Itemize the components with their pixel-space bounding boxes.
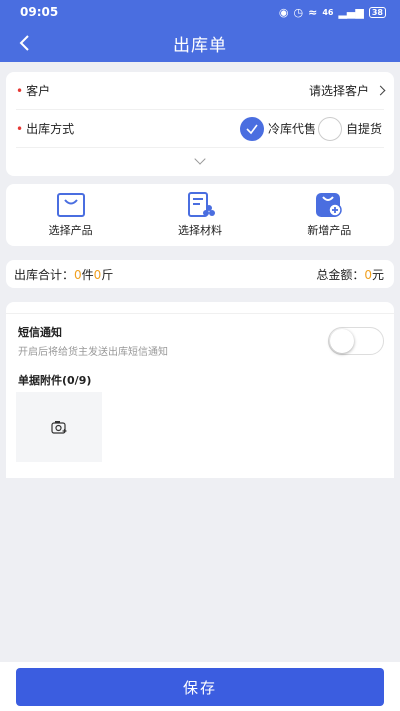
add-attachment-button[interactable] — [16, 392, 102, 462]
nav-bar: 出库单 — [0, 24, 400, 62]
order-form-card: • 客户 请选择客户 • 出库方式 冷库代售 自提货 — [6, 72, 394, 176]
shopping-bag-icon — [56, 193, 85, 217]
required-mark: • — [16, 121, 24, 136]
add-product-button[interactable]: 新增产品 — [265, 184, 394, 246]
customer-placeholder[interactable]: 请选择客户 — [309, 82, 369, 99]
amount-unit: 元 — [371, 267, 384, 282]
customer-label: 客户 — [26, 84, 51, 98]
sms-notification-row: 短信通知 开启后将给货主发送出库短信通知 — [6, 314, 394, 358]
amount-label: 总金额： — [316, 267, 365, 282]
select-product-label: 选择产品 — [48, 224, 93, 237]
camera-add-icon — [51, 421, 67, 434]
required-mark: • — [16, 83, 24, 98]
weight-unit: 斤 — [101, 267, 114, 282]
alarm-icon: ◷ — [293, 5, 304, 19]
sms-description: 开启后将给货主发送出库短信通知 — [18, 347, 168, 358]
battery-icon: 38 — [368, 6, 386, 18]
toggle-knob — [330, 329, 354, 353]
chevron-down-icon — [194, 153, 206, 165]
sms-text: 短信通知 开启后将给货主发送出库短信通知 — [18, 324, 168, 358]
attachments-title: 单据附件(0/9) — [18, 374, 92, 387]
piece-unit: 件 — [81, 267, 94, 282]
status-time: 09:05 — [20, 5, 59, 19]
status-bar: 09:05 ◉ ◷ ≈ 46 ▂▄▆ 38 — [0, 0, 400, 24]
total-quantity: 出库合计：0件0斤 — [14, 266, 113, 283]
sms-toggle[interactable] — [328, 327, 384, 355]
total-amount: 总金额：0元 — [316, 266, 384, 283]
back-arrow-icon[interactable] — [14, 32, 36, 54]
material-list-icon — [187, 192, 215, 217]
app-header: 09:05 ◉ ◷ ≈ 46 ▂▄▆ 38 出库单 — [0, 0, 400, 62]
radio-label-cold-storage[interactable]: 冷库代售 — [268, 120, 316, 137]
radio-cold-storage-consignment[interactable] — [239, 116, 264, 141]
total-label: 出库合计： — [14, 267, 75, 282]
footer-bar: 保存 — [0, 662, 400, 711]
check-icon — [246, 124, 258, 134]
select-material-button[interactable]: 选择材料 — [135, 184, 264, 246]
signal-icon: ▂▄▆ — [338, 5, 364, 19]
outbound-method-row: • 出库方式 冷库代售 自提货 — [16, 110, 384, 148]
expand-toggle[interactable] — [6, 148, 394, 174]
quick-actions-card: 选择产品 选择材料 新增产品 — [6, 184, 394, 246]
page-title: 出库单 — [173, 35, 227, 56]
select-product-button[interactable]: 选择产品 — [6, 184, 135, 246]
radio-label-self-pickup[interactable]: 自提货 — [346, 120, 382, 137]
wifi-icon: ≈ — [308, 5, 318, 19]
network-label: 46 — [322, 7, 334, 17]
eye-icon: ◉ — [278, 5, 289, 19]
chevron-right-icon — [375, 85, 386, 96]
piece-count: 0 — [74, 267, 82, 282]
customer-row[interactable]: • 客户 请选择客户 — [16, 72, 386, 110]
sms-title: 短信通知 — [18, 326, 62, 339]
radio-self-pickup[interactable] — [317, 116, 342, 141]
status-icons: ◉ ◷ ≈ 46 ▂▄▆ 38 — [279, 6, 386, 19]
extras-card: 短信通知 开启后将给货主发送出库短信通知 单据附件(0/9) — [6, 302, 394, 478]
select-material-label: 选择材料 — [177, 224, 222, 237]
add-product-icon — [316, 193, 343, 217]
save-button[interactable]: 保存 — [16, 668, 384, 706]
totals-card: 出库合计：0件0斤 总金额：0元 — [6, 260, 394, 288]
add-product-label: 新增产品 — [307, 224, 352, 237]
amount-value: 0 — [364, 267, 372, 282]
outbound-method-label: 出库方式 — [26, 122, 75, 136]
divider — [6, 302, 394, 314]
